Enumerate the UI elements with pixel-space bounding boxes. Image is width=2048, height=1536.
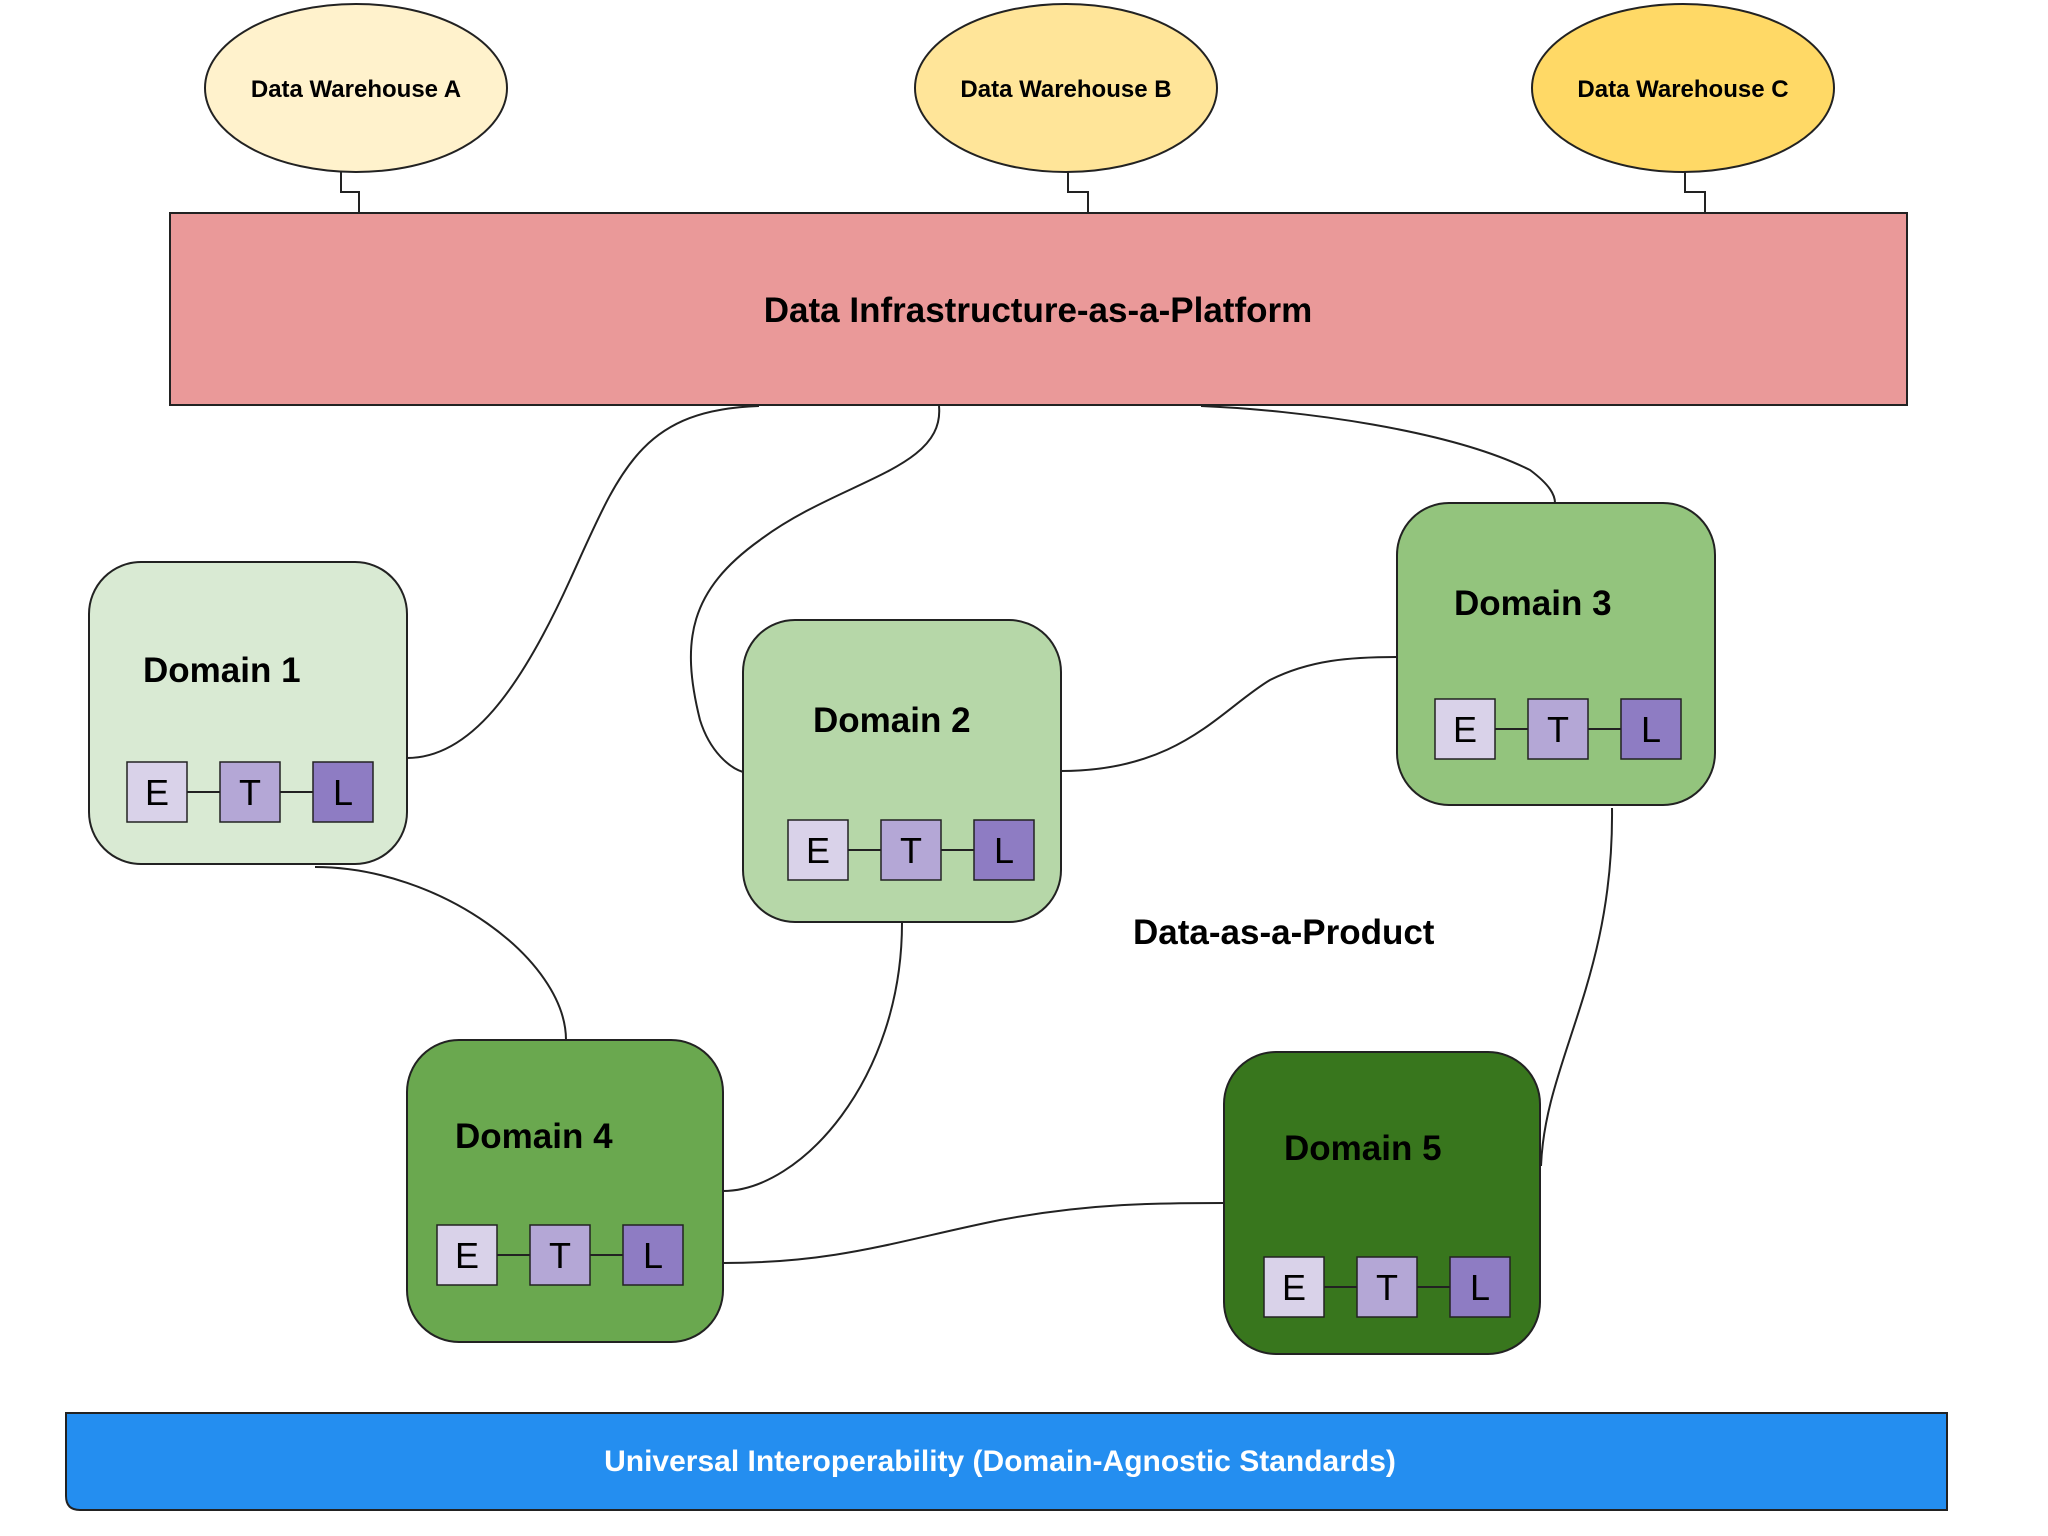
etl-step-t[interactable]: T bbox=[529, 1224, 591, 1286]
etl-step-label: L bbox=[994, 830, 1014, 871]
warehouse-a[interactable]: Data Warehouse A bbox=[204, 3, 508, 173]
etl-step-t[interactable]: T bbox=[1527, 698, 1589, 760]
architecture-diagram: Data Warehouse A Data Warehouse B Data W… bbox=[65, 3, 1948, 1511]
connector-domain-2-domain-3 bbox=[1060, 656, 1398, 772]
connector-platform-domain-3 bbox=[1200, 405, 1556, 504]
platform[interactable]: Data Infrastructure-as-a-Platform bbox=[169, 212, 1908, 406]
domain-2[interactable]: Domain 2 E T L bbox=[742, 619, 1062, 923]
etl-step-label: E bbox=[455, 1235, 479, 1276]
domain-4[interactable]: Domain 4 E T L bbox=[406, 1039, 724, 1343]
connector-platform-domain-1 bbox=[406, 405, 760, 759]
domain-1-label: Domain 1 bbox=[143, 651, 301, 690]
etl-step-e[interactable]: E bbox=[126, 761, 188, 823]
connector-warehouse-b-platform bbox=[1067, 172, 1089, 212]
etl-step-label: T bbox=[1547, 709, 1569, 750]
domain-1[interactable]: Domain 1 E T L bbox=[88, 561, 408, 865]
platform-label: Data Infrastructure-as-a-Platform bbox=[764, 291, 1312, 330]
standards-bar[interactable]: Universal Interoperability (Domain-Agnos… bbox=[65, 1412, 1948, 1511]
domain-3-label: Domain 3 bbox=[1454, 584, 1612, 623]
connector-warehouse-a-platform bbox=[340, 172, 360, 212]
warehouse-b-label: Data Warehouse B bbox=[960, 76, 1171, 103]
etl-step-l[interactable]: L bbox=[312, 761, 374, 823]
connector-domain-1-domain-4 bbox=[314, 866, 567, 1041]
connector-warehouse-c-platform bbox=[1684, 172, 1706, 212]
etl-step-label: L bbox=[333, 772, 353, 813]
domain-5-label: Domain 5 bbox=[1284, 1129, 1442, 1168]
warehouse-b[interactable]: Data Warehouse B bbox=[914, 3, 1218, 173]
etl-step-label: E bbox=[806, 830, 830, 871]
etl-step-e[interactable]: E bbox=[787, 819, 849, 881]
connector-domain-3-domain-5 bbox=[1540, 807, 1614, 1167]
etl-step-label: L bbox=[1470, 1267, 1490, 1308]
etl-step-l[interactable]: L bbox=[622, 1224, 684, 1286]
etl-step-label: L bbox=[1641, 709, 1661, 750]
etl-step-e[interactable]: E bbox=[1434, 698, 1496, 760]
warehouse-c[interactable]: Data Warehouse C bbox=[1531, 3, 1835, 173]
domain-4-label: Domain 4 bbox=[455, 1117, 613, 1156]
etl-step-t[interactable]: T bbox=[880, 819, 942, 881]
connector-domain-4-domain-5 bbox=[722, 1202, 1225, 1264]
domain-2-label: Domain 2 bbox=[813, 701, 971, 740]
etl-step-t[interactable]: T bbox=[1356, 1256, 1418, 1318]
etl-step-label: L bbox=[643, 1235, 663, 1276]
domain-4-box[interactable] bbox=[406, 1039, 724, 1343]
etl-step-e[interactable]: E bbox=[1263, 1256, 1325, 1318]
etl-step-label: T bbox=[239, 772, 261, 813]
warehouse-c-label: Data Warehouse C bbox=[1577, 76, 1788, 103]
etl-step-t[interactable]: T bbox=[219, 761, 281, 823]
etl-step-label: E bbox=[1453, 709, 1477, 750]
etl-step-label: T bbox=[549, 1235, 571, 1276]
etl-step-l[interactable]: L bbox=[973, 819, 1035, 881]
warehouse-a-label: Data Warehouse A bbox=[251, 76, 461, 103]
etl-step-l[interactable]: L bbox=[1620, 698, 1682, 760]
etl-step-label: E bbox=[1282, 1267, 1306, 1308]
etl-step-label: T bbox=[900, 830, 922, 871]
etl-step-label: T bbox=[1376, 1267, 1398, 1308]
etl-step-label: E bbox=[145, 772, 169, 813]
data-as-a-product-label: Data-as-a-Product bbox=[1133, 913, 1435, 952]
etl-step-e[interactable]: E bbox=[436, 1224, 498, 1286]
etl-step-l[interactable]: L bbox=[1449, 1256, 1511, 1318]
domain-5[interactable]: Domain 5 E T L bbox=[1223, 1051, 1541, 1355]
connector-domain-2-domain-4 bbox=[722, 922, 903, 1192]
standards-label: Universal Interoperability (Domain-Agnos… bbox=[604, 1445, 1396, 1478]
domain-3[interactable]: Domain 3 E T L bbox=[1396, 502, 1716, 806]
